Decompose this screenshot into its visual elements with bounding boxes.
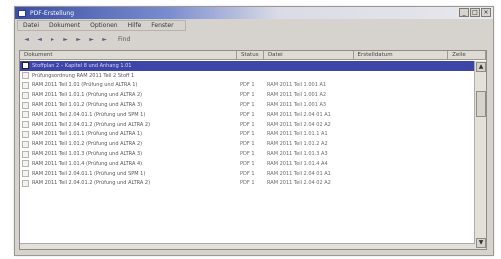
row-checkbox[interactable] [22, 72, 29, 80]
row-cell-c2: PDF 1 [240, 82, 255, 89]
list-header: Dokument Status Datei Erstelldatum Zeile [20, 51, 486, 60]
column-header-zeile[interactable]: Zeile [448, 51, 486, 60]
back-icon[interactable]: ◄ [36, 36, 43, 43]
row-cell-c2: PDF 1 [240, 111, 255, 118]
row-cell-c1: RAM 2011 Teil 1.01.3 (Prüfung und ALTRA … [32, 151, 143, 158]
row-cell-c1: RAM 2011 Teil 1.01.2 (Prüfung und ALTRA … [32, 141, 143, 148]
row-checkbox[interactable] [22, 150, 29, 158]
row-cell-c1: RAM 2011 Teil 1.01 (Prüfung und ALTRA 1) [32, 82, 138, 89]
next-icon[interactable]: ► [62, 36, 69, 43]
row-checkbox[interactable] [22, 179, 29, 187]
list-rows: Stoffplan 2 – Kapitel 8 und Anhang 1.01 P… [20, 61, 475, 188]
row-cell-c3: RAM 2011 Teil 2.04 01 A1 [267, 111, 331, 118]
row-cell-c3: RAM 2011 Teil 1.01.1 A1 [267, 131, 328, 138]
row-checkbox[interactable] [22, 111, 29, 119]
row-checkbox[interactable] [22, 81, 29, 89]
table-row[interactable]: RAM 2011 Teil 2.04.01.2 (Prüfung und ALT… [20, 120, 475, 130]
row-cell-c1: RAM 2011 Teil 2.04.01.2 (Prüfung und ALT… [32, 121, 151, 128]
table-row[interactable]: RAM 2011 Teil 1.01.2 (Prüfung und ALTRA … [20, 100, 475, 110]
table-row[interactable]: Stoffplan 2 – Kapitel 8 und Anhang 1.01 [20, 61, 475, 71]
row-cell-c2: PDF 1 [240, 141, 255, 148]
row-cell-c3: RAM 2011 Teil 1.01.3 A3 [267, 151, 328, 158]
row-cell-c3: RAM 2011 Teil 1.01.2 A2 [267, 141, 328, 148]
close-button[interactable]: × [481, 8, 491, 17]
app-window: PDF-Erstellung _ □ × Datei Dokument Opti… [14, 6, 494, 256]
row-checkbox[interactable] [22, 121, 29, 129]
last-icon[interactable]: ► [88, 36, 95, 43]
row-cell-c2: PDF 1 [240, 170, 255, 177]
row-checkbox[interactable] [22, 130, 29, 138]
window-controls: _ □ × [459, 8, 491, 17]
window-title: PDF-Erstellung [30, 9, 75, 17]
row-cell-c1: RAM 2011 Teil 1.01.1 (Prüfung und ALTRA … [32, 92, 143, 99]
row-cell-c3: RAM 2011 Teil 2.04 01 A1 [267, 170, 331, 177]
column-header-erstelldatum[interactable]: Erstelldatum [353, 51, 449, 60]
horizontal-scrollbar[interactable] [20, 243, 475, 249]
table-row[interactable]: RAM 2011 Teil 1.01.3 (Prüfung und ALTRA … [20, 149, 475, 159]
row-cell-c2: PDF 1 [240, 121, 255, 128]
row-cell-c1: RAM 2011 Teil 2.04.01.1 (Prüfung und SPM… [32, 170, 146, 177]
row-cell-c1: RAM 2011 Teil 2.04.01.1 (Prüfung und SPM… [32, 111, 146, 118]
skip-icon[interactable]: ► [101, 36, 108, 43]
vertical-scrollbar[interactable]: ▲ ▼ [474, 61, 486, 249]
row-cell-c3: RAM 2011 Teil 2.04 02 A2 [267, 121, 331, 128]
menu-optionen[interactable]: Optionen [85, 22, 123, 29]
row-cell-c1: RAM 2011 Teil 1.01.2 (Prüfung und ALTRA … [32, 102, 143, 109]
row-cell-c2: PDF 1 [240, 131, 255, 138]
menu-datei[interactable]: Datei [18, 22, 44, 29]
column-header-status[interactable]: Status [237, 51, 264, 60]
row-checkbox[interactable] [22, 101, 29, 109]
menu-fenster[interactable]: Fenster [146, 22, 178, 29]
row-cell-c2: PDF 1 [240, 102, 255, 109]
table-row[interactable]: RAM 2011 Teil 1.01 (Prüfung und ALTRA 1)… [20, 81, 475, 91]
table-row[interactable]: RAM 2011 Teil 1.01.1 (Prüfung und ALTRA … [20, 90, 475, 100]
column-header-datei[interactable]: Datei [263, 51, 354, 60]
row-cell-c2: PDF 1 [240, 160, 255, 167]
table-row[interactable]: RAM 2011 Teil 1.01.2 (Prüfung und ALTRA … [20, 139, 475, 149]
title-bar[interactable]: PDF-Erstellung _ □ × [15, 7, 493, 19]
table-row[interactable]: RAM 2011 Teil 2.04.01.1 (Prüfung und SPM… [20, 169, 475, 179]
table-row[interactable]: RAM 2011 Teil 2.04.01.2 (Prüfung und ALT… [20, 179, 475, 189]
row-cell-c1: Stoffplan 2 – Kapitel 8 und Anhang 1.01 [32, 62, 132, 69]
row-cell-c1: Prüfungsordnung RAM 2011 Teil 2 Stoff 1 [32, 72, 135, 79]
row-checkbox[interactable] [22, 91, 29, 99]
fast-forward-icon[interactable]: ► [75, 36, 82, 43]
column-header-dokument[interactable]: Dokument [20, 51, 238, 60]
row-checkbox[interactable] [22, 62, 29, 70]
table-row[interactable]: Prüfungsordnung RAM 2011 Teil 2 Stoff 1 [20, 71, 475, 81]
document-list[interactable]: Dokument Status Datei Erstelldatum Zeile… [19, 50, 487, 250]
find-button[interactable]: Find [118, 36, 130, 43]
row-cell-c2: PDF 1 [240, 180, 255, 187]
row-cell-c1: RAM 2011 Teil 1.01.1 (Prüfung und ALTRA … [32, 131, 143, 138]
row-cell-c3: RAM 2011 Teil 1.001 A3 [267, 102, 327, 109]
row-cell-c3: RAM 2011 Teil 1.001 A2 [267, 92, 327, 99]
table-row[interactable]: RAM 2011 Teil 2.04.01.1 (Prüfung und SPM… [20, 110, 475, 120]
table-row[interactable]: RAM 2011 Teil 1.01.4 (Prüfung und ALTRA … [20, 159, 475, 169]
minimize-button[interactable]: _ [459, 8, 469, 17]
maximize-button[interactable]: □ [470, 8, 480, 17]
row-cell-c2: PDF 1 [240, 151, 255, 158]
scroll-thumb[interactable] [476, 91, 486, 117]
row-cell-c3: RAM 2011 Teil 1.001 A1 [267, 82, 327, 89]
row-cell-c2: PDF 1 [240, 92, 255, 99]
prev-icon[interactable]: ▸ [49, 36, 56, 43]
table-row[interactable]: RAM 2011 Teil 1.01.1 (Prüfung und ALTRA … [20, 130, 475, 140]
row-cell-c1: RAM 2011 Teil 2.04.01.2 (Prüfung und ALT… [32, 180, 151, 187]
row-checkbox[interactable] [22, 160, 29, 168]
row-cell-c1: RAM 2011 Teil 1.01.4 (Prüfung und ALTRA … [32, 160, 143, 167]
row-checkbox[interactable] [22, 140, 29, 148]
app-icon [18, 9, 26, 17]
toolbar: ◄ ◄ ▸ ► ► ► ► Find [15, 33, 493, 46]
row-cell-c3: RAM 2011 Teil 2.04 02 A2 [267, 180, 331, 187]
menu-dokument[interactable]: Dokument [44, 22, 85, 29]
menu-hilfe[interactable]: Hilfe [123, 22, 147, 29]
menu-bar: Datei Dokument Optionen Hilfe Fenster [17, 20, 186, 31]
row-checkbox[interactable] [22, 170, 29, 178]
scroll-down-icon[interactable]: ▼ [476, 238, 486, 248]
row-cell-c3: RAM 2011 Teil 1.01.4 A4 [267, 160, 328, 167]
scroll-up-icon[interactable]: ▲ [476, 62, 486, 72]
first-icon[interactable]: ◄ [23, 36, 30, 43]
